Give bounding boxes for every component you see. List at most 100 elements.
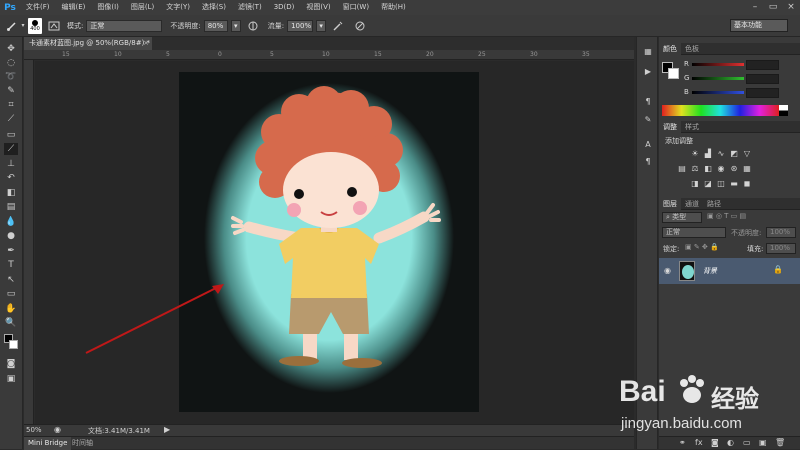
channel-r-slider[interactable]: [692, 63, 744, 66]
curves-icon[interactable]: ∿: [716, 149, 726, 158]
minimize-button[interactable]: –: [746, 0, 764, 15]
menu-layer[interactable]: 图层(L): [125, 0, 160, 15]
pen-tool-icon[interactable]: ✒: [4, 245, 18, 257]
brush-size-preview[interactable]: 400: [28, 17, 42, 34]
type-tool-icon[interactable]: T: [4, 259, 18, 271]
visibility-eye-icon[interactable]: ◉: [664, 266, 671, 275]
path-select-tool-icon[interactable]: ↖: [4, 274, 18, 286]
gradient-tool-icon[interactable]: ▤: [4, 201, 18, 213]
color-balance-icon[interactable]: ⚖: [690, 164, 700, 173]
dodge-tool-icon[interactable]: ●: [4, 230, 18, 242]
tab-layers[interactable]: 图层: [659, 198, 681, 210]
menu-window[interactable]: 窗口(W): [337, 0, 375, 15]
channel-g-slider[interactable]: [692, 77, 744, 80]
levels-icon[interactable]: ▟: [703, 149, 713, 158]
document-canvas[interactable]: [179, 72, 479, 412]
fill-field[interactable]: 100%: [766, 243, 796, 254]
invert-icon[interactable]: ◨: [690, 179, 700, 188]
tool-presets-icon[interactable]: ✎: [641, 115, 655, 127]
gradient-map-icon[interactable]: ▬: [729, 179, 739, 188]
pressure-size-icon[interactable]: [353, 19, 367, 33]
vibrance-icon[interactable]: ▽: [742, 149, 752, 158]
eraser-tool-icon[interactable]: ◧: [4, 187, 18, 199]
blur-tool-icon[interactable]: 💧: [4, 216, 18, 228]
channel-r-value[interactable]: [746, 60, 779, 70]
filter-icons[interactable]: ▣ ◎ T ▭ ▤: [707, 212, 746, 220]
healing-brush-tool-icon[interactable]: ▭: [4, 129, 18, 141]
menu-view[interactable]: 视图(V): [300, 0, 336, 15]
history-icon[interactable]: ▦: [641, 47, 655, 59]
menu-file[interactable]: 文件(F): [20, 0, 56, 15]
tab-styles[interactable]: 样式: [681, 121, 703, 133]
background-color-swatch[interactable]: [668, 68, 679, 79]
clone-stamp-tool-icon[interactable]: ⊥: [4, 158, 18, 170]
hand-tool-icon[interactable]: ✋: [4, 303, 18, 315]
menu-help[interactable]: 帮助(H): [375, 0, 412, 15]
tab-channels[interactable]: 通道: [681, 198, 703, 210]
quick-mask-icon[interactable]: ◙: [4, 358, 18, 370]
menu-3d[interactable]: 3D(D): [268, 0, 301, 15]
color-spectrum-bar[interactable]: [662, 105, 779, 116]
brush-tool-icon[interactable]: ⟋: [4, 143, 18, 155]
layer-opacity-field[interactable]: 100%: [766, 227, 796, 238]
workspace-select[interactable]: 基本功能: [730, 19, 788, 32]
menu-edit[interactable]: 编辑(E): [56, 0, 92, 15]
channel-mixer-icon[interactable]: ⊛: [729, 164, 739, 173]
layer-filter-kind[interactable]: ⌕ 类型: [662, 212, 702, 223]
maximize-button[interactable]: ▭: [764, 0, 782, 15]
history-brush-tool-icon[interactable]: ↶: [4, 172, 18, 184]
airbrush-icon[interactable]: [331, 19, 345, 33]
zoom-tool-icon[interactable]: 🔍: [4, 317, 18, 329]
character-icon[interactable]: A: [641, 140, 655, 152]
menu-image[interactable]: 图像(I): [91, 0, 125, 15]
screen-mode-icon[interactable]: ▣: [4, 373, 18, 385]
close-tab-icon[interactable]: ×: [143, 37, 149, 50]
channel-b-slider[interactable]: [692, 91, 744, 94]
marquee-tool-icon[interactable]: ◌: [4, 57, 18, 69]
layer-name[interactable]: 背景: [703, 266, 717, 276]
tab-timeline[interactable]: 时间轴: [68, 437, 97, 450]
lasso-tool-icon[interactable]: ➰: [4, 71, 18, 83]
lock-icons[interactable]: ▣ ✎ ✥ 🔒: [685, 243, 719, 251]
paragraph-styles-icon[interactable]: ¶: [641, 157, 655, 169]
tab-adjustments[interactable]: 调整: [659, 121, 681, 133]
mode-select[interactable]: 正常: [86, 19, 163, 32]
eyedropper-tool-icon[interactable]: ⟋: [4, 113, 18, 125]
black-white-icon[interactable]: ◧: [703, 164, 713, 173]
menu-select[interactable]: 选择(S): [196, 0, 232, 15]
threshold-icon[interactable]: ◫: [716, 179, 726, 188]
menu-filter[interactable]: 滤镜(T): [232, 0, 268, 15]
tab-paths[interactable]: 路径: [703, 198, 725, 210]
move-tool-icon[interactable]: ✥: [4, 43, 18, 55]
blend-mode-select[interactable]: 正常: [662, 227, 726, 238]
close-window-button[interactable]: ×: [782, 0, 800, 15]
selective-color-icon[interactable]: ◼: [742, 179, 752, 188]
flow-dropdown[interactable]: ▾: [316, 19, 327, 32]
crop-tool-icon[interactable]: ⌗: [4, 99, 18, 111]
status-arrow-icon[interactable]: ▶: [164, 425, 170, 434]
tab-mini-bridge[interactable]: Mini Bridge: [24, 437, 72, 450]
menu-type[interactable]: 文字(Y): [160, 0, 196, 15]
exposure-icon[interactable]: ◩: [729, 149, 739, 158]
document-tab[interactable]: 卡通素材蓝图.jpg @ 50%(RGB/8#) * ×: [24, 37, 152, 50]
hue-saturation-icon[interactable]: ▤: [677, 164, 687, 173]
channel-b-value[interactable]: [746, 88, 779, 98]
shape-tool-icon[interactable]: ▭: [4, 288, 18, 300]
tab-swatches[interactable]: 色板: [681, 43, 703, 55]
opacity-dropdown[interactable]: ▾: [230, 19, 241, 32]
paragraph-icon[interactable]: ¶: [641, 97, 655, 109]
opacity-field[interactable]: 80%: [203, 19, 228, 32]
brush-tool-icon[interactable]: [5, 19, 19, 33]
color-swatches-icon[interactable]: [4, 334, 18, 354]
quick-select-tool-icon[interactable]: ✎: [4, 85, 18, 97]
brightness-icon[interactable]: ☀: [690, 149, 700, 158]
pressure-opacity-icon[interactable]: [246, 19, 260, 33]
zoom-level[interactable]: 50%: [26, 426, 42, 434]
photo-filter-icon[interactable]: ◉: [716, 164, 726, 173]
chevron-down-icon[interactable]: ▾: [20, 19, 26, 33]
channel-g-value[interactable]: [746, 74, 779, 84]
posterize-icon[interactable]: ◪: [703, 179, 713, 188]
layer-row-background[interactable]: ◉ 背景 🔒: [659, 258, 800, 284]
tab-color[interactable]: 颜色: [659, 43, 681, 55]
spectrum-black-white[interactable]: [779, 105, 788, 116]
